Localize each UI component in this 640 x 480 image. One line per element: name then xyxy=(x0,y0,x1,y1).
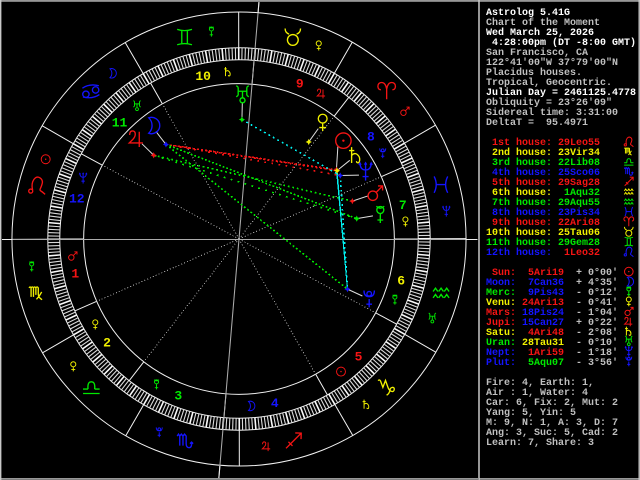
svg-text:7: 7 xyxy=(399,198,407,213)
svg-text:10: 10 xyxy=(195,69,211,84)
svg-text:DeltaT = 95.4971: DeltaT = 95.4971 xyxy=(486,117,588,129)
svg-text:Plut:: Plut: xyxy=(486,357,516,369)
svg-text:6: 6 xyxy=(397,273,405,288)
svg-text:12th house:: 12th house: xyxy=(486,247,552,259)
svg-text:- 3°56': - 3°56' xyxy=(564,357,618,369)
svg-text:12: 12 xyxy=(69,191,85,206)
svg-text:1Leo32: 1Leo32 xyxy=(552,248,600,259)
svg-text:1: 1 xyxy=(71,267,79,282)
svg-text:11: 11 xyxy=(112,115,128,130)
svg-text:2: 2 xyxy=(103,335,111,350)
svg-text:9: 9 xyxy=(296,77,304,92)
svg-text:5Aqu07: 5Aqu07 xyxy=(522,358,564,369)
svg-text:3: 3 xyxy=(174,388,182,403)
svg-text:Learn: 7, Share: 3: Learn: 7, Share: 3 xyxy=(486,437,594,449)
svg-text:5: 5 xyxy=(355,349,363,364)
svg-text:8: 8 xyxy=(367,130,375,145)
svg-text:4: 4 xyxy=(271,396,279,411)
